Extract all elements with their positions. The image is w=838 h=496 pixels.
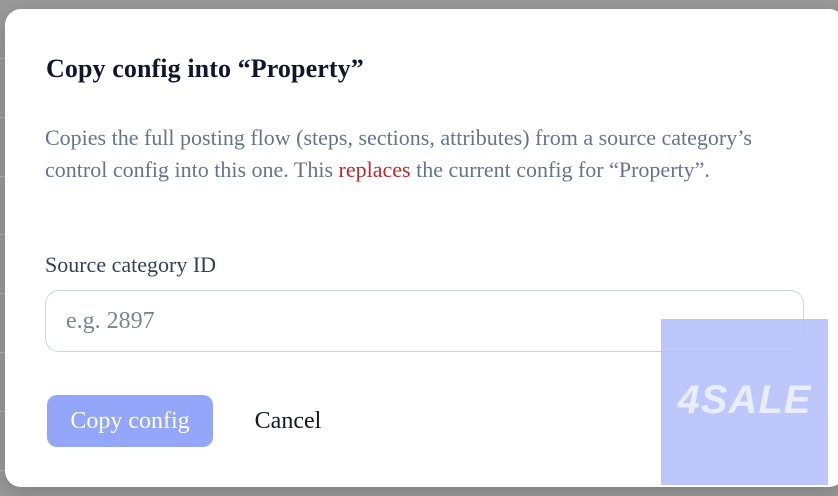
brand-watermark: 4SALE	[661, 319, 828, 485]
cancel-button[interactable]: Cancel	[235, 395, 341, 447]
description-text-end: the current config for “Property”.	[410, 157, 710, 182]
dialog-description: Copies the full posting flow (steps, sec…	[45, 122, 785, 186]
copy-config-button[interactable]: Copy config	[47, 395, 213, 447]
dialog-title: Copy config into “Property”	[46, 54, 364, 83]
description-warning-text: replaces	[338, 157, 411, 182]
watermark-logo-text: 4SALE	[677, 377, 812, 422]
source-category-id-label: Source category ID	[45, 252, 217, 277]
